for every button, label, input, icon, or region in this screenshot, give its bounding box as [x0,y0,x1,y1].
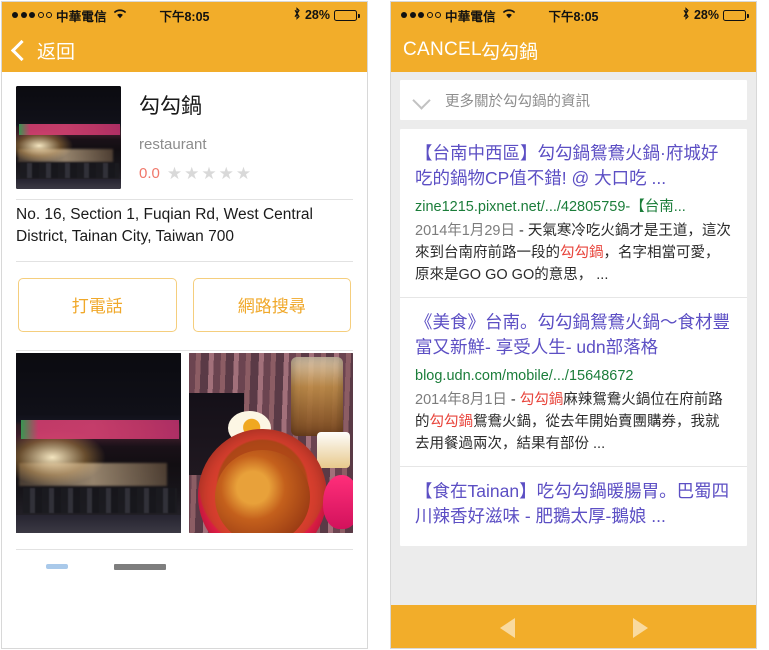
business-name: 勾勾鍋 [139,95,202,118]
business-address: No. 16, Section 1, Fuqian Rd, West Centr… [16,206,313,246]
star-icon: ★ [201,164,217,183]
signal-strength-dots [12,12,52,18]
search-result-item[interactable]: 【台南中西區】勾勾鍋鴛鴦火鍋·府城好吃的鍋物CP值不錯! @ 大口吃 ... z… [400,129,747,299]
result-snippet: 2014年1月29日 - 天氣寒冷吃火鍋才是王道，這次來到台南府前路一段的勾勾鍋… [415,220,732,286]
more-info-row[interactable]: 更多關於勾勾鍋的資訊 [400,80,747,120]
left-status-bar: 中華電信 下午8:05 28% [2,2,367,28]
triangle-right-icon[interactable] [632,617,648,638]
search-result-item[interactable]: 《美食》台南。勾勾鍋鴛鴦火鍋～食材豐富又新鮮- 享受人生- udn部落格 blo… [400,298,747,468]
status-carrier-group: 中華電信 [12,6,127,25]
gallery-photo-hotpot[interactable] [188,352,353,533]
rating-value: 0.0 [139,165,160,182]
bluetooth-icon [682,7,690,23]
call-button[interactable]: 打電話 [18,277,177,332]
photo-gallery [2,351,367,533]
triangle-left-icon[interactable] [499,617,515,638]
chevron-down-icon [414,93,429,108]
snippet-highlight: 勾勾鍋 [429,414,474,431]
battery-icon [723,9,749,21]
battery-percent: 28% [304,8,330,22]
business-info: 勾勾鍋 restaurant 0.0 ★ ★ ★ ★ ★ [121,86,251,189]
snippet-pre: - [506,392,520,409]
left-nav-bar: 返回 [2,28,367,72]
star-icon: ★ [184,164,200,183]
right-nav-bar: CANCEL 勾勾鍋 [391,28,756,72]
chevron-left-icon [10,39,33,61]
result-url: zine1215.pixnet.net/.../42805759-【台南... [415,198,686,215]
back-button-label: 返回 [37,41,76,63]
screenshot-stage: 中華電信 下午8:05 28% 返回 勾勾鍋 restaurant 0.0 ★ … [0,0,769,650]
action-buttons: 打電話 網路搜尋 [2,262,367,350]
panel-gap [368,0,390,650]
result-title[interactable]: 《美食》台南。勾勾鍋鴛鴦火鍋～食材豐富又新鮮- 享受人生- udn部落格 [415,310,732,360]
result-snippet: 2014年8月1日 - 勾勾鍋麻辣鴛鴦火鍋位在府前路的勾勾鍋鴛鴦火鍋，從去年開始… [415,389,732,455]
back-button[interactable]: 返回 [10,37,76,64]
star-rating: ★ ★ ★ ★ ★ [167,165,251,182]
divider [16,548,353,550]
result-title[interactable]: 【食在Tainan】吃勾勾鍋暖腸胃。巴蜀四川辣香好滋味 - 肥鵝太厚-鵝娘 ..… [415,479,732,529]
search-result-item[interactable]: 【食在Tainan】吃勾勾鍋暖腸胃。巴蜀四川辣香好滋味 - 肥鵝太厚-鵝娘 ..… [400,467,747,546]
clipped-text [114,563,166,570]
web-search-button-label: 網路搜尋 [237,297,306,317]
right-phone-panel: 中華電信 下午8:05 28% CANCEL 勾勾鍋 更多關於勾勾鍋的資訊 【台… [390,1,757,649]
web-search-button[interactable]: 網路搜尋 [192,277,351,332]
result-url: blog.udn.com/mobile/.../15648672 [415,367,634,384]
star-icon: ★ [218,164,234,183]
wifi-icon [502,8,516,22]
right-status-bar: 中華電信 下午8:05 28% [391,2,756,28]
business-thumbnail[interactable] [16,86,121,189]
battery-percent: 28% [693,8,719,22]
result-title[interactable]: 【台南中西區】勾勾鍋鴛鴦火鍋·府城好吃的鍋物CP值不錯! @ 大口吃 ... [415,141,732,191]
gallery-photo-storefront[interactable] [16,352,181,533]
bluetooth-icon [293,7,301,23]
search-results-scroll[interactable]: 更多關於勾勾鍋的資訊 【台南中西區】勾勾鍋鴛鴦火鍋·府城好吃的鍋物CP值不錯! … [391,72,756,605]
next-section-clipped [2,533,367,570]
cancel-button[interactable]: CANCEL [403,39,482,61]
status-carrier-group: 中華電信 [401,6,516,25]
snippet-highlight: 勾勾鍋 [519,392,564,409]
wifi-icon [113,8,127,22]
clipped-row-content [16,563,353,570]
star-icon: ★ [166,164,183,183]
business-header: 勾勾鍋 restaurant 0.0 ★ ★ ★ ★ ★ [2,72,367,199]
carrier-name: 中華電信 [445,9,496,24]
search-results-list: 【台南中西區】勾勾鍋鴛鴦火鍋·府城好吃的鍋物CP值不錯! @ 大口吃 ... z… [400,129,747,546]
call-button-label: 打電話 [71,297,123,317]
signal-strength-dots [401,12,441,18]
status-right-group: 28% [293,7,360,23]
result-date: 2014年1月29日 [415,222,515,239]
left-content-scroll[interactable]: 勾勾鍋 restaurant 0.0 ★ ★ ★ ★ ★ No. 16, Sec… [2,72,367,648]
rating-row: 0.0 ★ ★ ★ ★ ★ [139,165,251,182]
carrier-name: 中華電信 [56,9,107,24]
battery-icon [334,9,360,21]
result-date: 2014年8月1日 [415,392,507,409]
snippet-highlight: 勾勾鍋 [560,245,604,262]
star-icon: ★ [235,164,252,183]
more-info-label: 更多關於勾勾鍋的資訊 [445,93,590,110]
browser-bottom-bar [391,605,756,648]
left-phone-panel: 中華電信 下午8:05 28% 返回 勾勾鍋 restaurant 0.0 ★ … [1,1,368,649]
business-category: restaurant [139,136,207,153]
page-title: 勾勾鍋 [481,41,539,63]
status-right-group: 28% [682,7,749,23]
clipped-icon [46,564,68,570]
